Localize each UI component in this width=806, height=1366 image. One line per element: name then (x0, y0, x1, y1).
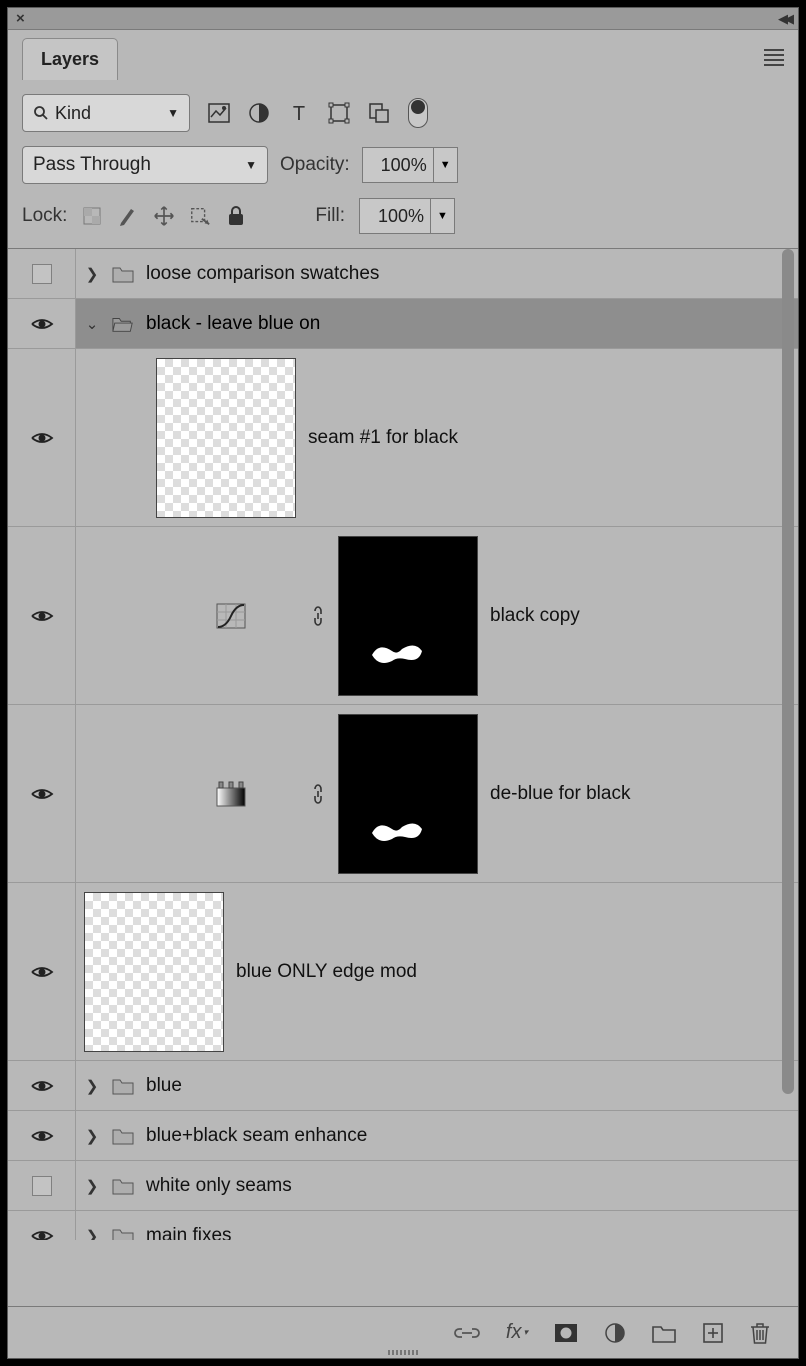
blend-mode-select[interactable]: Pass Through ▼ (22, 146, 268, 184)
fill-input[interactable]: 100% (359, 198, 431, 234)
filter-smartobject-icon[interactable] (368, 102, 390, 124)
layer-row[interactable]: de-blue for black (8, 705, 798, 883)
fill-dropdown-icon[interactable]: ▼ (431, 198, 455, 234)
visibility-toggle[interactable] (30, 1228, 54, 1241)
tab-layers[interactable]: Layers (22, 38, 118, 80)
layer-name: seam #1 for black (308, 427, 458, 449)
layer-row[interactable]: ❯ white only seams (8, 1161, 798, 1211)
close-icon[interactable]: × (16, 10, 25, 27)
collapse-panel-icon[interactable]: ◀◀ (778, 11, 790, 27)
visibility-toggle[interactable] (32, 1176, 52, 1196)
new-layer-icon[interactable] (702, 1322, 724, 1344)
fx-icon[interactable]: fx▾ (506, 1321, 528, 1344)
fill-label: Fill: (315, 205, 345, 227)
layer-row[interactable]: blue ONLY edge mod (8, 883, 798, 1061)
new-adjustment-icon[interactable] (604, 1322, 626, 1344)
expand-toggle-icon[interactable]: ❯ (84, 1227, 100, 1241)
filter-pixel-icon[interactable] (208, 102, 230, 124)
filter-toggle[interactable] (408, 98, 428, 128)
filter-kind-label: Kind (55, 103, 91, 124)
visibility-toggle[interactable] (30, 1078, 54, 1094)
blend-mode-label: Pass Through (33, 154, 151, 176)
visibility-toggle[interactable] (30, 786, 54, 802)
expand-toggle-icon[interactable]: ❯ (84, 265, 100, 283)
folder-icon (112, 265, 134, 283)
layer-row[interactable]: ❯ blue+black seam enhance (8, 1111, 798, 1161)
visibility-toggle[interactable] (30, 316, 54, 332)
mask-thumbnail[interactable] (338, 536, 478, 696)
layer-name: blue (146, 1075, 182, 1097)
expand-toggle-icon[interactable]: ❯ (84, 1177, 100, 1195)
layer-row[interactable]: black copy (8, 527, 798, 705)
expand-toggle-icon[interactable]: ❯ (84, 1077, 100, 1095)
lock-label: Lock: (22, 205, 67, 227)
layer-thumbnail[interactable] (156, 358, 296, 518)
lock-artboard-icon[interactable] (189, 205, 211, 227)
layer-row[interactable]: seam #1 for black (8, 349, 798, 527)
chevron-down-icon: ▼ (245, 158, 257, 172)
folder-open-icon (112, 315, 134, 333)
search-icon (33, 105, 49, 121)
layer-name: main fixes (146, 1225, 232, 1241)
visibility-toggle[interactable] (30, 964, 54, 980)
visibility-toggle[interactable] (30, 430, 54, 446)
add-mask-icon[interactable] (554, 1323, 578, 1343)
trash-icon[interactable] (750, 1321, 770, 1345)
expand-toggle-icon[interactable]: ❯ (84, 1127, 100, 1145)
panel-menu-icon[interactable] (764, 46, 784, 69)
layer-name: loose comparison swatches (146, 263, 379, 285)
new-group-icon[interactable] (652, 1323, 676, 1343)
filter-shape-icon[interactable] (328, 102, 350, 124)
filter-kind-select[interactable]: Kind ▼ (22, 94, 190, 132)
lock-pixels-icon[interactable] (117, 205, 139, 227)
opacity-dropdown-icon[interactable]: ▼ (434, 147, 458, 183)
tab-bar: Layers (8, 30, 798, 80)
folder-icon (112, 1077, 134, 1095)
lock-toolbar: Lock: Fill: 100% ▼ (8, 198, 798, 248)
filter-toolbar: Kind ▼ T (8, 80, 798, 146)
link-icon[interactable] (310, 605, 326, 627)
layer-row[interactable]: ⌄ black - leave blue on (8, 299, 798, 349)
folder-icon (112, 1177, 134, 1195)
layer-name: white only seams (146, 1175, 292, 1197)
opacity-label: Opacity: (280, 154, 350, 176)
scrollbar[interactable] (782, 249, 794, 1094)
link-layers-icon[interactable] (454, 1325, 480, 1341)
layer-thumbnail[interactable] (84, 892, 224, 1052)
filter-type-icon[interactable]: T (288, 102, 310, 124)
layer-name: blue ONLY edge mod (236, 961, 417, 983)
layer-row[interactable]: ❯ loose comparison swatches (8, 249, 798, 299)
gradient-map-icon (216, 781, 246, 807)
layer-name: blue+black seam enhance (146, 1125, 367, 1147)
layer-name: de-blue for black (490, 783, 630, 805)
panel-titlebar: × ◀◀ (8, 8, 798, 30)
mask-thumbnail[interactable] (338, 714, 478, 874)
lock-all-icon[interactable] (225, 205, 247, 227)
collapse-toggle-icon[interactable]: ⌄ (84, 315, 100, 333)
folder-icon (112, 1127, 134, 1145)
layer-row[interactable]: ❯ blue (8, 1061, 798, 1111)
filter-adjustment-icon[interactable] (248, 102, 270, 124)
layer-row[interactable]: ❯ main fixes (8, 1211, 798, 1240)
blend-toolbar: Pass Through ▼ Opacity: 100% ▼ (8, 146, 798, 198)
layer-name: black - leave blue on (146, 313, 320, 335)
lock-position-icon[interactable] (153, 205, 175, 227)
folder-icon (112, 1227, 134, 1241)
layer-name: black copy (490, 605, 580, 627)
visibility-toggle[interactable] (32, 264, 52, 284)
chevron-down-icon: ▼ (167, 106, 179, 120)
layers-list: ❯ loose comparison swatches ⌄ black - le… (8, 248, 798, 1240)
link-icon[interactable] (310, 783, 326, 805)
visibility-toggle[interactable] (30, 608, 54, 624)
curves-adjustment-icon (216, 603, 246, 629)
svg-text:T: T (293, 103, 305, 123)
lock-transparency-icon[interactable] (81, 205, 103, 227)
resize-grip[interactable] (373, 1350, 433, 1356)
visibility-toggle[interactable] (30, 1128, 54, 1144)
opacity-input[interactable]: 100% (362, 147, 434, 183)
layers-panel: × ◀◀ Layers Kind ▼ T (7, 7, 799, 1359)
